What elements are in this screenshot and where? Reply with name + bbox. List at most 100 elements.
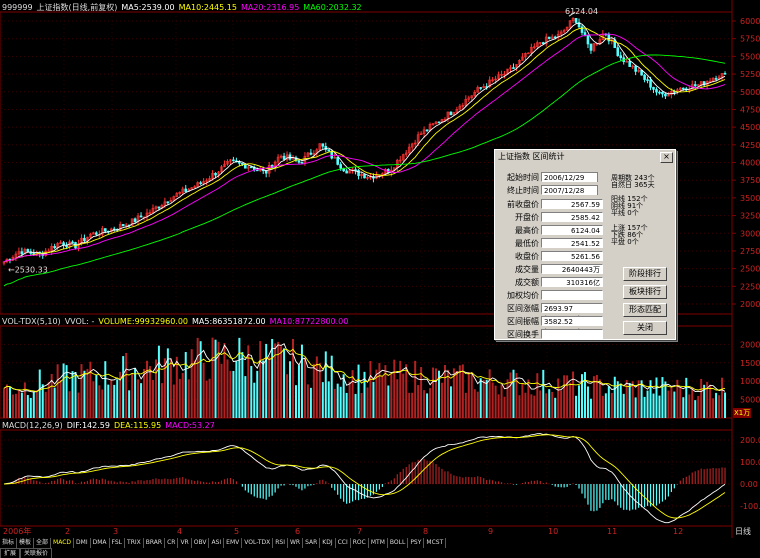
indicator-tab-vol-tdx[interactable]: VOL-TDX <box>242 538 274 548</box>
time-axis-label: 10 <box>548 527 558 536</box>
indicator-tab-psy[interactable]: PSY <box>408 538 425 548</box>
volume-bar <box>381 375 384 418</box>
volume-bar <box>268 356 271 418</box>
candle-body <box>199 182 202 184</box>
bottom-tab[interactable]: 扩展 <box>0 548 21 558</box>
dea-label: DEA: <box>113 421 134 430</box>
volume-bar <box>321 382 324 418</box>
period-label[interactable]: 日线 <box>735 526 751 537</box>
indicator-tab-mcst[interactable]: MCST <box>424 538 447 548</box>
dialog-close-button[interactable]: 关闭 <box>623 321 667 335</box>
volume-bar <box>265 343 268 418</box>
price-axis-label: 2000 <box>740 300 760 309</box>
candle-body <box>184 188 188 192</box>
macd-axis-label: 200.0 <box>740 436 760 445</box>
volume-bar <box>151 379 154 418</box>
bottom-tab[interactable]: 关联报价 <box>20 548 53 558</box>
change-value: 2693.97 (104.92%) <box>541 303 603 323</box>
indicator-tab-dma[interactable]: DMA <box>91 538 110 548</box>
volume-bar <box>327 381 330 418</box>
macd-indicator-name: MACD(12,26,9) <box>2 421 63 430</box>
price-axis-label: 5750 <box>740 35 760 44</box>
indicator-tab-模板[interactable]: 模板 <box>17 538 35 548</box>
volume-bar <box>71 371 74 418</box>
ma20-value: 2316.95 <box>266 3 300 12</box>
volume-bar <box>89 361 92 418</box>
volume-bar <box>661 377 664 418</box>
volume-bar <box>512 369 515 418</box>
price-axis-label: 3500 <box>740 194 760 203</box>
candle-body <box>83 237 86 242</box>
vol-ma5-label: MA5: <box>192 317 213 326</box>
volume-bar <box>387 385 390 418</box>
indicator-tab-fsl[interactable]: FSL <box>110 538 126 548</box>
indicator-tab-asi[interactable]: ASI <box>209 538 225 548</box>
indicator-tab-kdj[interactable]: KDJ <box>320 538 336 548</box>
volume-bar <box>178 378 181 418</box>
start-time-label: 起始时间 <box>507 173 539 182</box>
indicator-tab-cci[interactable]: CCI <box>336 538 351 548</box>
volume-bar <box>148 366 151 418</box>
volume-bar <box>598 379 601 418</box>
volume-bar <box>196 337 199 418</box>
stage-ranking-button[interactable]: 阶段排行 <box>623 267 667 281</box>
indicator-tab-dmi[interactable]: DMI <box>74 538 91 548</box>
volume-bar <box>169 358 172 418</box>
candle-body <box>628 60 631 67</box>
volume-bar <box>515 373 518 418</box>
volume-bar <box>664 381 667 418</box>
indicator-tab-boll[interactable]: BOLL <box>388 538 409 548</box>
pattern-match-button[interactable]: 形态匹配 <box>623 303 667 317</box>
end-time-picker[interactable]: 2007/12/28 <box>541 185 603 195</box>
volume-bar <box>724 392 727 418</box>
volume-bar <box>271 338 274 418</box>
end-time-spinner-icon[interactable] <box>597 185 606 195</box>
indicator-tab-roc[interactable]: ROC <box>351 538 369 548</box>
volume-bar <box>652 393 655 418</box>
macd-axis-label: 100.0 <box>740 458 760 467</box>
indicator-tab-mtm[interactable]: MTM <box>369 538 388 548</box>
volume-bar <box>539 390 542 418</box>
candle-body <box>661 91 664 95</box>
volume-bar <box>172 384 175 418</box>
candle-body <box>553 36 557 39</box>
candle-body <box>357 170 360 176</box>
volume-bar <box>283 348 286 418</box>
indicator-tab-rsi[interactable]: RSI <box>273 538 288 548</box>
indicator-tab-emv[interactable]: EMV <box>224 538 243 548</box>
amplitude-label: 区间振幅 <box>507 317 539 326</box>
volume-bar <box>408 392 411 418</box>
indicator-tab-全部[interactable]: 全部 <box>34 538 52 548</box>
volume-stat-value: 2640443万 <box>541 264 603 274</box>
indicator-tab-obv[interactable]: OBV <box>192 538 210 548</box>
volume-bar <box>184 352 187 418</box>
volume-bar <box>414 360 417 418</box>
indicator-tab-vr[interactable]: VR <box>178 538 192 548</box>
volume-bar <box>655 377 658 418</box>
dif-line <box>3 433 726 524</box>
indicator-tab-cr[interactable]: CR <box>165 538 179 548</box>
price-axis-label: 5250 <box>740 70 760 79</box>
indicator-tab-brar[interactable]: BRAR <box>144 538 166 548</box>
volume-bar <box>101 389 104 418</box>
indicator-tab-wr[interactable]: WR <box>288 538 304 548</box>
volume-bar <box>485 379 488 418</box>
sector-ranking-button[interactable]: 板块排行 <box>623 285 667 299</box>
dialog-close-icon[interactable]: × <box>660 152 673 163</box>
volume-bar <box>718 395 721 418</box>
start-time-spinner-icon[interactable] <box>597 172 606 182</box>
volume-bar <box>181 372 184 418</box>
volume-bar <box>411 392 414 418</box>
candle-body <box>425 129 429 132</box>
indicator-tab-macd[interactable]: MACD <box>51 538 75 548</box>
start-time-picker[interactable]: 2006/12/29 <box>541 172 603 182</box>
indicator-tab-trix[interactable]: TRIX <box>125 538 144 548</box>
volume-bar <box>86 368 89 418</box>
volume-bar <box>640 380 643 418</box>
indicator-tab-指标[interactable]: 指标 <box>0 538 18 548</box>
time-axis-label: 8 <box>423 527 428 536</box>
volume-bar <box>262 360 265 418</box>
volume-bar <box>658 395 661 418</box>
macd-label: MACD: <box>165 421 192 430</box>
indicator-tab-sar[interactable]: SAR <box>303 538 321 548</box>
